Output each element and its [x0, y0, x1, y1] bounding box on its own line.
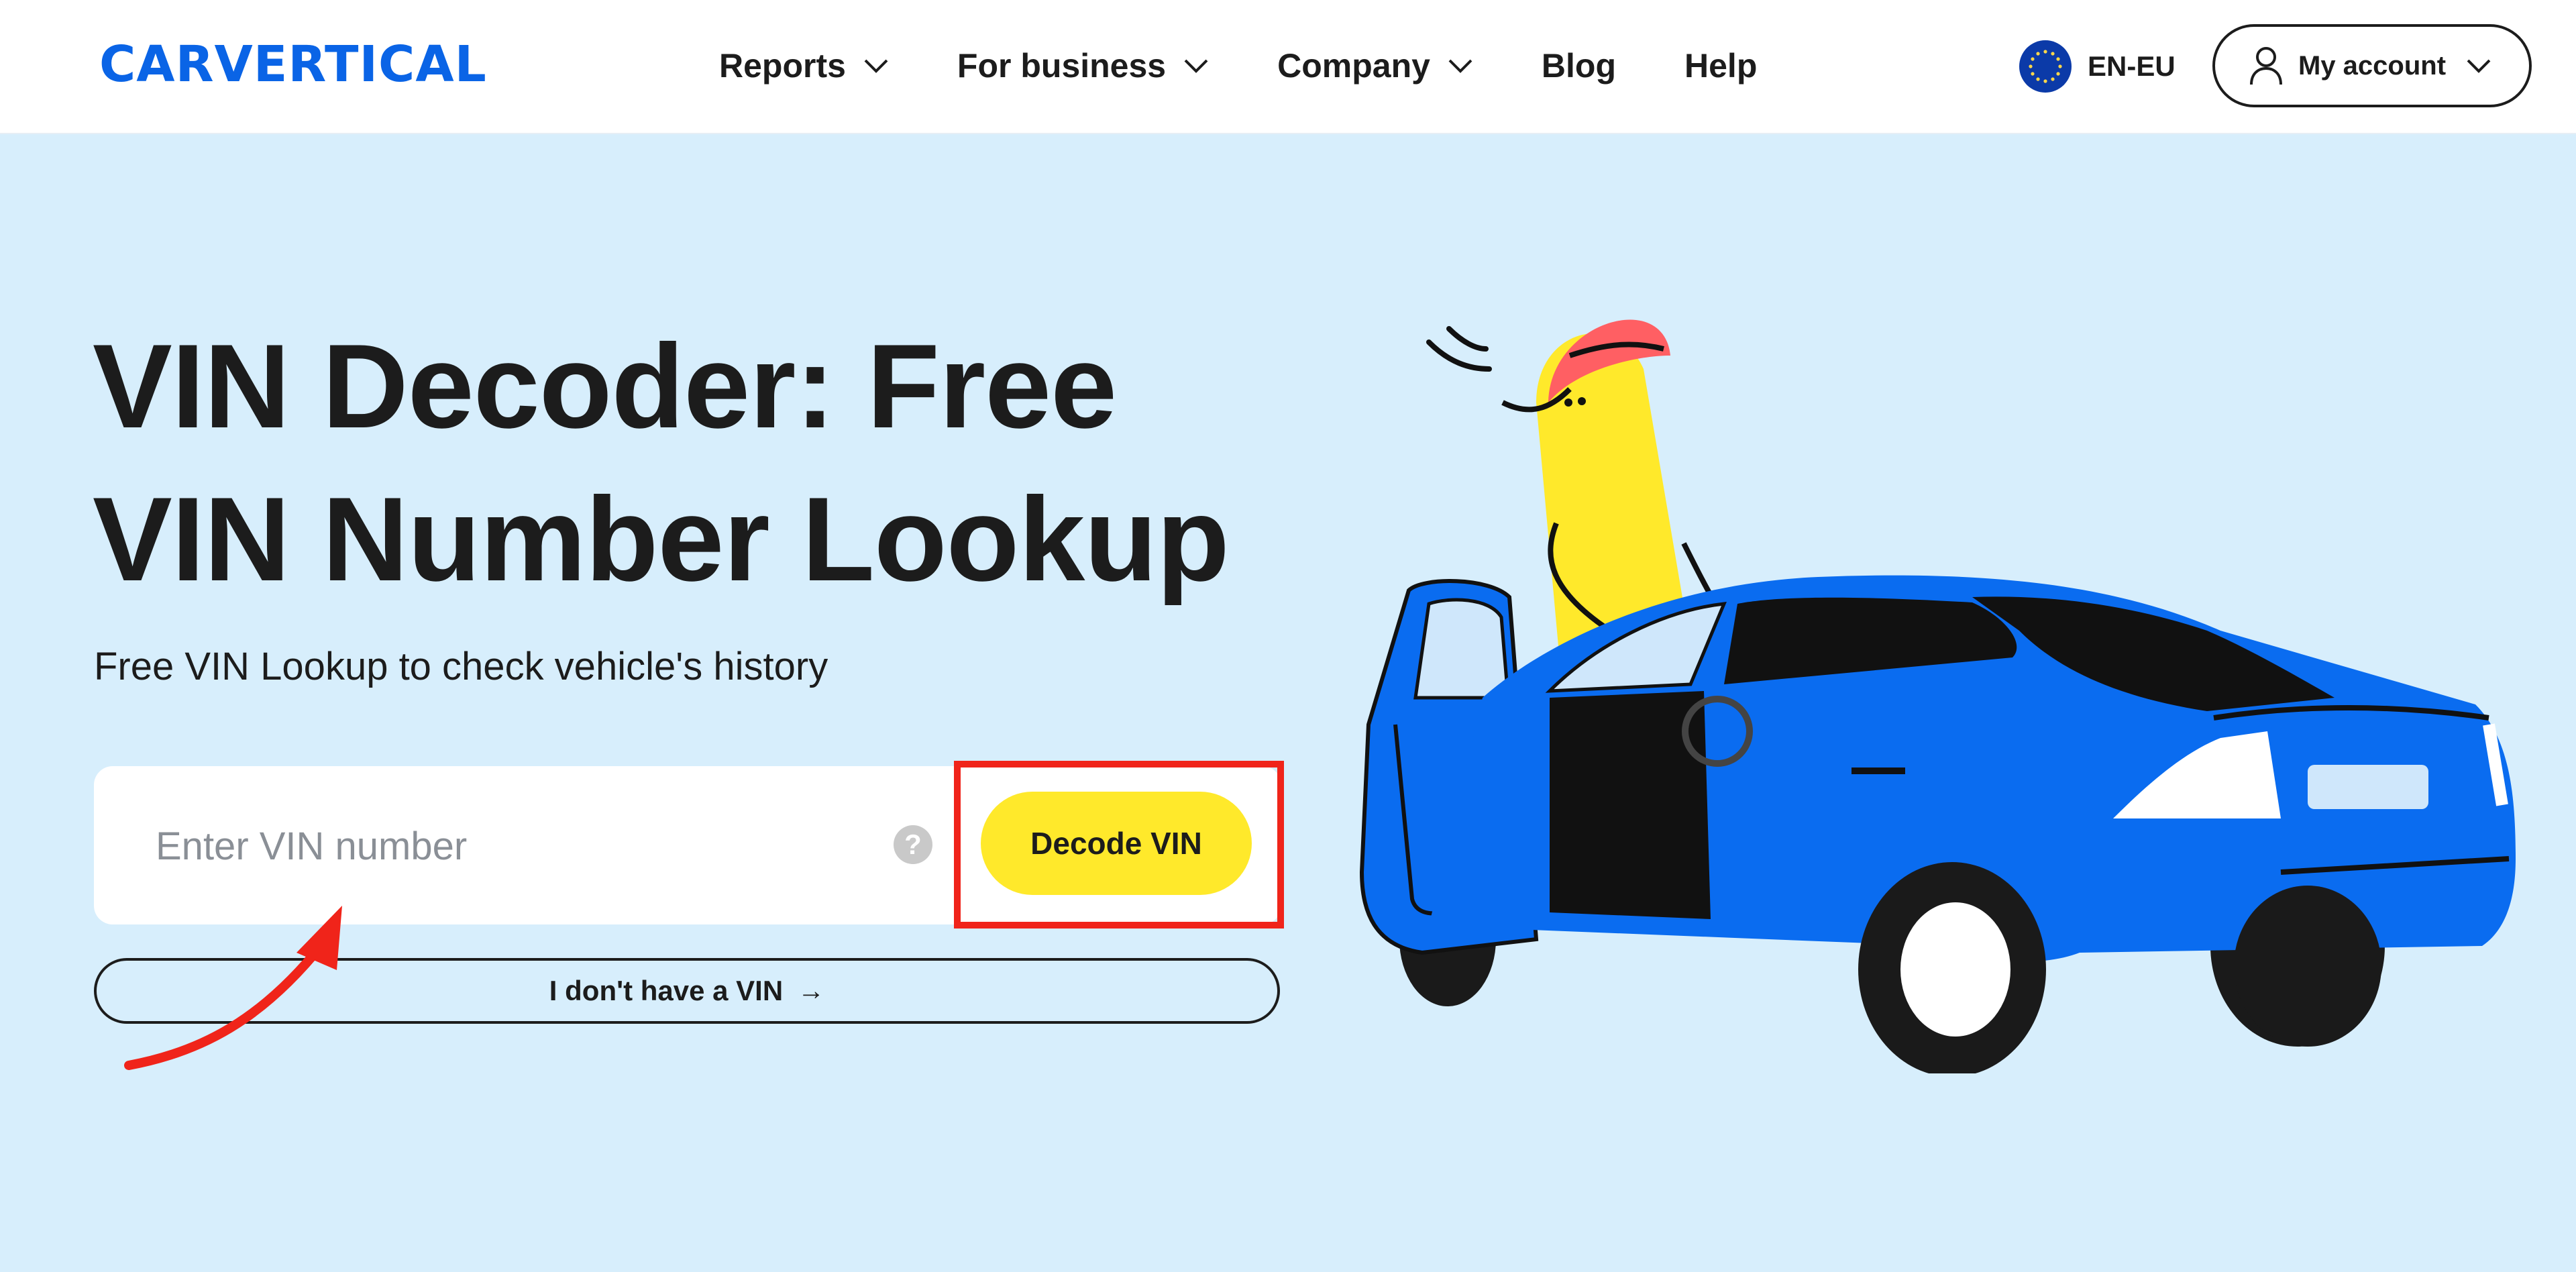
- user-icon: [2250, 47, 2282, 85]
- no-vin-label: I don't have a VIN: [549, 975, 784, 1006]
- chevron-down-icon: [864, 59, 888, 73]
- nav-company[interactable]: Company: [1277, 46, 1473, 85]
- nav-blog[interactable]: Blog: [1542, 46, 1616, 85]
- nav-for-business[interactable]: For business: [957, 46, 1209, 85]
- carvertical-logo[interactable]: CARVERTICAL: [99, 40, 487, 89]
- site-header: CARVERTICAL Reports For business Company…: [0, 0, 2576, 134]
- chevron-down-icon: [1184, 59, 1208, 73]
- my-account-label: My account: [2298, 50, 2447, 81]
- page-title: VIN Decoder: Free VIN Number Lookup: [93, 310, 1367, 616]
- nav-company-label: Company: [1277, 47, 1430, 85]
- nav-for-business-label: For business: [957, 47, 1167, 85]
- chevron-down-icon: [2467, 59, 2491, 73]
- main-nav: Reports For business Company Blog Help: [719, 42, 1757, 90]
- page-title-line-1: VIN Decoder: Free: [93, 319, 1117, 453]
- chevron-down-icon: [1448, 59, 1472, 73]
- nav-reports-label: Reports: [719, 47, 846, 85]
- language-label: EN-EU: [2088, 50, 2176, 82]
- my-account-button[interactable]: My account: [2212, 24, 2532, 107]
- vin-input[interactable]: [154, 805, 895, 887]
- nav-help-label: Help: [1684, 47, 1758, 85]
- arrow-right-icon: →: [798, 975, 825, 1006]
- nav-reports[interactable]: Reports: [719, 46, 889, 85]
- car-character-illustration: [1359, 319, 2516, 1073]
- nav-blog-label: Blog: [1541, 47, 1617, 85]
- decode-vin-button[interactable]: Decode VIN: [981, 792, 1252, 895]
- nav-help[interactable]: Help: [1684, 46, 1757, 85]
- annotation-arrow-icon: [124, 906, 342, 1070]
- language-selector[interactable]: EN-EU: [2019, 40, 2176, 93]
- help-icon[interactable]: ?: [894, 825, 932, 864]
- eu-flag-icon: [2019, 40, 2072, 93]
- page-title-line-2: VIN Number Lookup: [93, 472, 1230, 606]
- hero-subtitle: Free VIN Lookup to check vehicle's histo…: [94, 645, 828, 688]
